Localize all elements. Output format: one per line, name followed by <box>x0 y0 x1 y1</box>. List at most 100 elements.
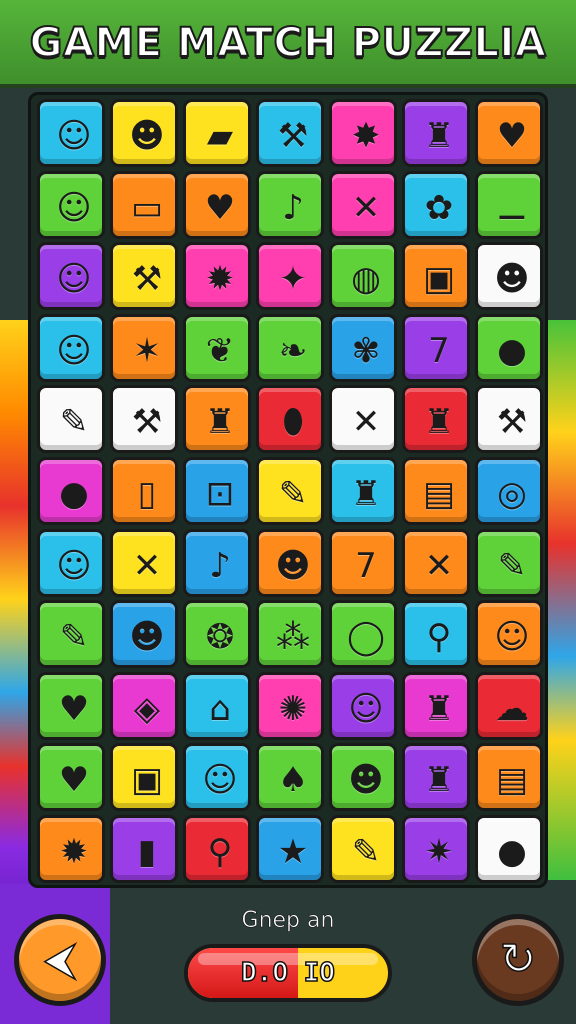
board-tile[interactable]: ☻ <box>110 99 178 167</box>
board-tile[interactable]: ✷ <box>402 815 470 883</box>
board-tile[interactable]: ✾ <box>329 313 397 382</box>
board-tile[interactable]: ♥ <box>37 671 105 740</box>
board-tile[interactable]: ✎ <box>475 528 543 597</box>
starburst-icon: ✹ <box>205 259 235 300</box>
board-tile[interactable]: ⚒ <box>110 242 178 311</box>
board-tile[interactable]: ❂ <box>183 600 251 669</box>
board-tile[interactable]: ☺ <box>37 170 105 239</box>
board-tile[interactable]: ♥ <box>475 99 543 167</box>
board-tile[interactable]: ❧ <box>256 313 324 382</box>
maraca-icon: ♪ <box>282 187 304 228</box>
board-tile[interactable]: ☺ <box>183 743 251 812</box>
padlock-icon: ⊡ <box>205 474 235 514</box>
board-tile[interactable]: ☁ <box>475 671 543 740</box>
sandwich-icon: ▰ <box>206 116 234 156</box>
honey-pot-icon: ♜ <box>423 760 455 801</box>
board-tile[interactable]: ◍ <box>329 242 397 311</box>
board-tile[interactable]: ✕ <box>110 528 178 597</box>
board-tile[interactable]: ✸ <box>329 99 397 167</box>
board-tile[interactable]: ▰ <box>183 99 251 167</box>
radio-icon: ▣ <box>422 259 456 300</box>
board-tile[interactable]: ☻ <box>110 600 178 669</box>
board-tile[interactable]: ♥ <box>37 743 105 812</box>
board-tile[interactable]: ☺ <box>37 242 105 311</box>
board-tile[interactable]: ✕ <box>329 385 397 454</box>
board-tile[interactable]: ♜ <box>329 457 397 525</box>
green-tag-icon: ⌂ <box>209 688 231 729</box>
board-tile[interactable]: ▣ <box>110 743 178 812</box>
back-button[interactable]: ⮜ <box>14 914 106 1006</box>
picture-frame-icon: ▣ <box>130 760 164 801</box>
board-tile[interactable]: ◈ <box>110 671 178 740</box>
restart-button[interactable]: ↻ <box>472 914 564 1006</box>
board-tile[interactable]: ⚒ <box>110 385 178 454</box>
board-tile[interactable]: ♜ <box>183 385 251 454</box>
board-tile[interactable]: ⬮ <box>256 385 324 454</box>
board-tile[interactable]: ✕ <box>329 170 397 239</box>
board-tile[interactable]: ☺ <box>475 600 543 669</box>
board-tile[interactable]: ◯ <box>329 600 397 669</box>
board-tile[interactable]: ⚒ <box>256 99 324 167</box>
board-tile[interactable]: ⌂ <box>183 671 251 740</box>
board-tile[interactable]: ▮ <box>110 815 178 883</box>
board-tile[interactable]: ♜ <box>402 385 470 454</box>
board-tile[interactable]: ☺ <box>37 99 105 167</box>
board-tile[interactable]: ⊡ <box>183 457 251 525</box>
board-tile[interactable]: ⁂ <box>256 600 324 669</box>
board-tile[interactable]: ☺ <box>329 671 397 740</box>
board-tile[interactable]: ♜ <box>402 743 470 812</box>
board-tile[interactable]: 7 <box>329 528 397 597</box>
board-tile[interactable]: ♜ <box>402 99 470 167</box>
board-tile[interactable]: ✎ <box>329 815 397 883</box>
board-tile[interactable]: ⚊ <box>475 170 543 239</box>
purple-monster-icon: ☻ <box>129 617 165 658</box>
red-heart-icon: ♥ <box>58 688 90 729</box>
board-tile[interactable]: ♪ <box>256 170 324 239</box>
board-tile[interactable]: ▤ <box>402 457 470 525</box>
cyan-blob-face-icon: ☻ <box>348 760 384 801</box>
jar-icon: ▤ <box>422 474 456 514</box>
board-tile[interactable]: ♜ <box>402 671 470 740</box>
board-tile[interactable]: ✺ <box>256 671 324 740</box>
board-tile[interactable]: ✹ <box>37 815 105 883</box>
board-tile[interactable]: ▯ <box>110 457 178 525</box>
board-tile[interactable]: ● <box>475 313 543 382</box>
board-tile[interactable]: ☻ <box>329 743 397 812</box>
board-tile[interactable]: ⚒ <box>475 385 543 454</box>
board-tile[interactable]: ✶ <box>110 313 178 382</box>
board-tile[interactable]: ✎ <box>37 600 105 669</box>
board-tile[interactable]: 7 <box>402 313 470 382</box>
progress-meter-text: D.O IO <box>240 957 335 989</box>
green-maraca-icon: ♪ <box>209 545 231 586</box>
crossed-sticks-icon: ✕ <box>351 187 381 228</box>
bucket-icon: ♜ <box>204 402 236 443</box>
red-gem-icon: ◈ <box>133 688 161 729</box>
board-tile[interactable]: ▭ <box>110 170 178 239</box>
board-tile[interactable]: ● <box>37 457 105 525</box>
blue-drop-icon: ♠ <box>277 760 309 801</box>
board-tile[interactable]: ▣ <box>402 242 470 311</box>
magnifier-icon: ⚲ <box>426 617 452 658</box>
board-tile[interactable]: ♠ <box>256 743 324 812</box>
board-tile[interactable]: ✹ <box>183 242 251 311</box>
board-tile[interactable]: ☺ <box>37 313 105 382</box>
board-tile[interactable]: ☺ <box>37 528 105 597</box>
board-tile[interactable]: ❦ <box>183 313 251 382</box>
board-tile[interactable]: ☻ <box>475 242 543 311</box>
board-tile[interactable]: ♥ <box>183 170 251 239</box>
board-tile[interactable]: ◎ <box>475 457 543 525</box>
board-tile[interactable]: ● <box>475 815 543 883</box>
board-tile[interactable]: ✿ <box>402 170 470 239</box>
board-tile[interactable]: ✎ <box>37 385 105 454</box>
lemon-face-icon: ☺ <box>56 545 92 586</box>
board-tile[interactable]: ⚲ <box>402 600 470 669</box>
board-tile[interactable]: ♪ <box>183 528 251 597</box>
number-seven-icon: 7 <box>355 545 377 586</box>
board-tile[interactable]: ✦ <box>256 242 324 311</box>
board-tile[interactable]: ▤ <box>475 743 543 812</box>
board-tile[interactable]: ☻ <box>256 528 324 597</box>
board-tile[interactable]: ★ <box>256 815 324 883</box>
board-tile[interactable]: ✎ <box>256 457 324 525</box>
board-tile[interactable]: ✕ <box>402 528 470 597</box>
board-tile[interactable]: ⚲ <box>183 815 251 883</box>
